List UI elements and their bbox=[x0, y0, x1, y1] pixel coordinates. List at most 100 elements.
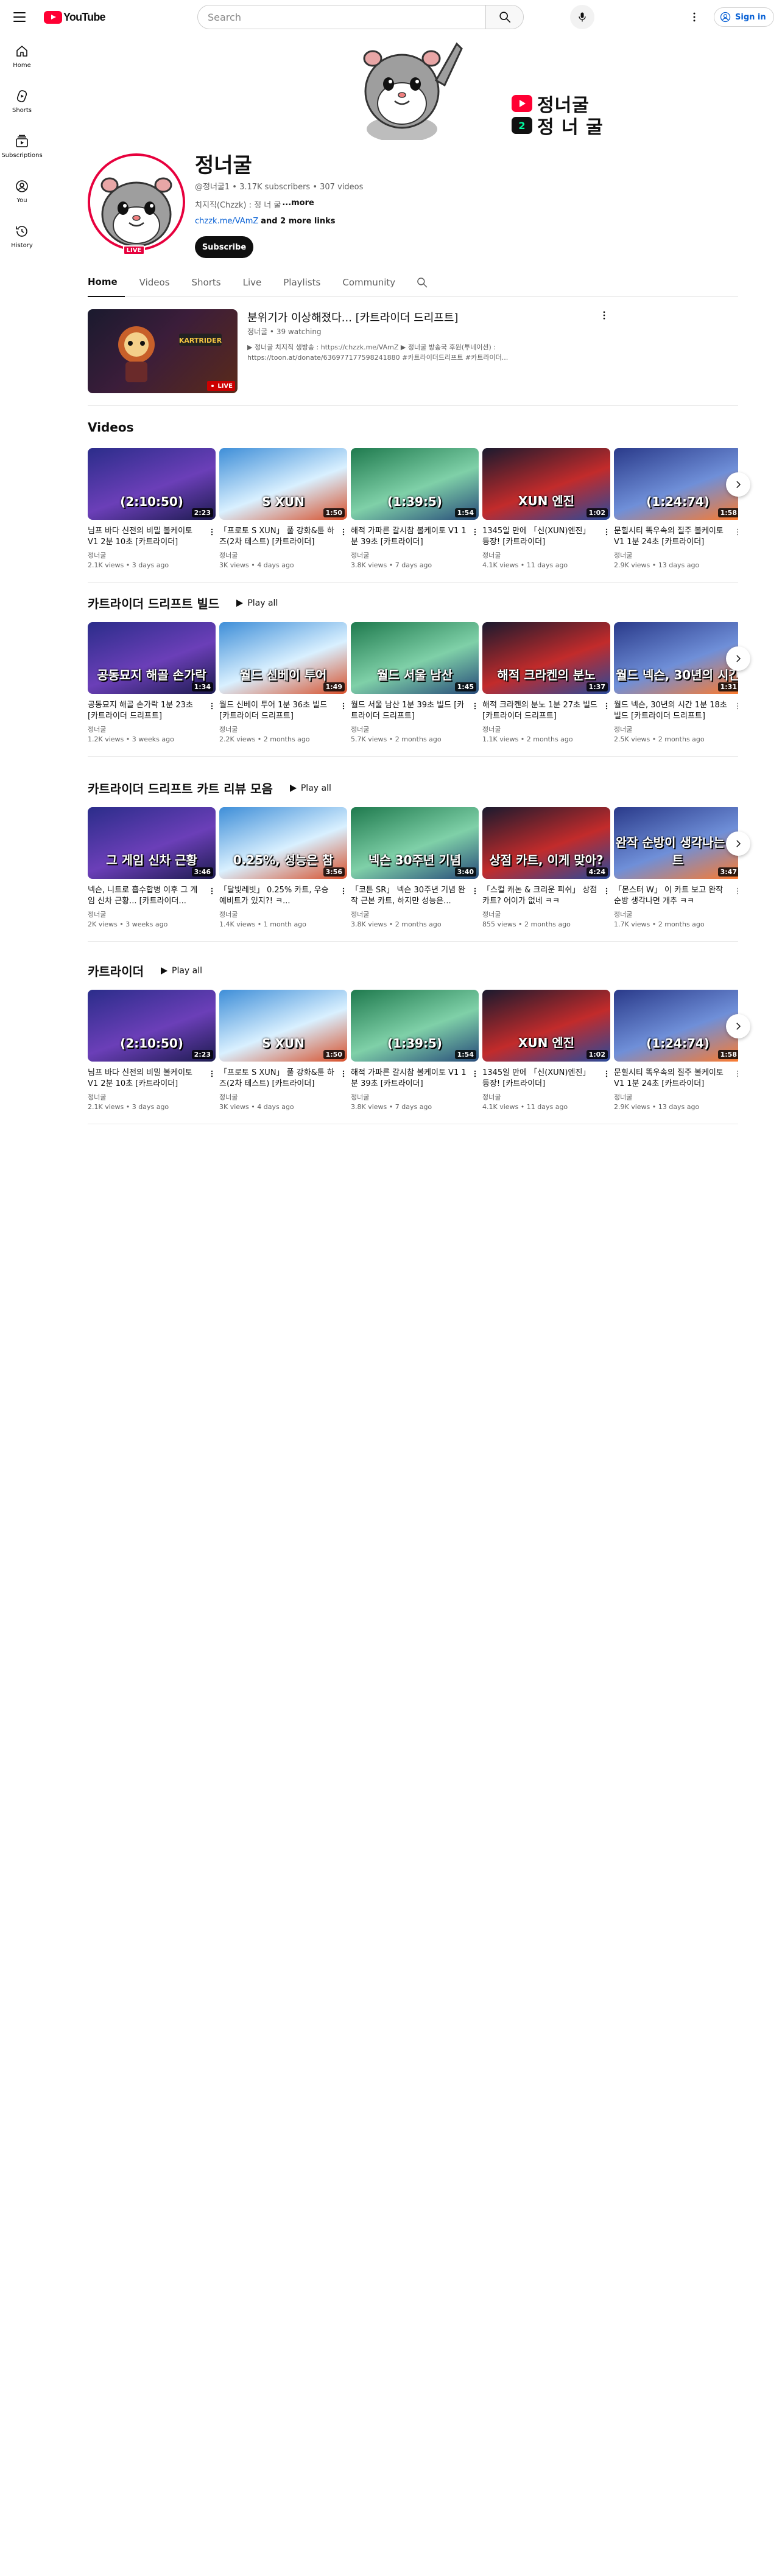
video-thumbnail[interactable]: 0.25%, 성능은 참 3:56 bbox=[219, 807, 347, 879]
video-title[interactable]: 님프 바다 신전의 비밀 볼케이토 V1 2분 10초 [카트라이더] bbox=[88, 1068, 203, 1090]
video-channel[interactable]: 정너굴 bbox=[482, 909, 610, 919]
video-card[interactable]: 넥슨 30주년 기념 3:40 「코튼 SR」 넥슨 30주년 기념 완작 근본 카… bbox=[351, 807, 479, 928]
video-channel[interactable]: 정너굴 bbox=[88, 724, 216, 734]
shelf-title[interactable]: 카트라이더 드리프트 카트 리뷰 모음 bbox=[88, 779, 273, 797]
video-action-menu[interactable] bbox=[206, 525, 218, 539]
video-title[interactable]: 1345일 만에 「신(XUN)엔진」 등장! [카트라이더] bbox=[482, 526, 598, 548]
video-thumbnail[interactable]: (1:39:5) 1:54 bbox=[351, 448, 479, 520]
video-thumbnail[interactable]: S XUN 1:50 bbox=[219, 990, 347, 1062]
video-title[interactable]: 「달빛레빗」 0.25% 카트, 우승 예비트가 있지?! ㅋ... bbox=[219, 885, 335, 907]
video-channel[interactable]: 정너굴 bbox=[614, 1092, 738, 1102]
video-title[interactable]: 해적 크라켄의 분노 1분 27초 빌드 [카트라이더 드리프트] bbox=[482, 700, 598, 722]
video-thumbnail[interactable]: 상점 카트, 이게 맞아? 4:24 bbox=[482, 807, 610, 879]
video-thumbnail[interactable]: (1:24:74) 1:58 bbox=[614, 990, 738, 1062]
play-all-button[interactable]: Play all bbox=[283, 780, 337, 797]
video-card[interactable]: XUN 엔진 1:02 1345일 만에 「신(XUN)엔진」 등장! [카트라이더… bbox=[482, 990, 610, 1111]
video-card[interactable]: (2:10:50) 2:23 님프 바다 신전의 비밀 볼케이토 V1 2분 10초… bbox=[88, 990, 216, 1111]
channel-description[interactable]: 치지직(Chzzk) : 정 너 굴 ...more bbox=[195, 198, 314, 210]
video-title[interactable]: 월드 넥슨, 30년의 시간 1분 18초 빌드 [카트라이더 드리프트] bbox=[614, 700, 730, 722]
tab-community[interactable]: Community bbox=[335, 268, 403, 297]
video-channel[interactable]: 정너굴 bbox=[88, 1092, 216, 1102]
video-title[interactable]: 문힐시티 똑우속의 질주 볼케이토 V1 1분 24초 [카트라이더] bbox=[614, 526, 730, 548]
video-card[interactable]: XUN 엔진 1:02 1345일 만에 「신(XUN)엔진」 등장! [카트라이더… bbox=[482, 448, 610, 569]
video-thumbnail[interactable]: 해적 크라켄의 분노 1:37 bbox=[482, 622, 610, 694]
video-thumbnail[interactable]: S XUN 1:50 bbox=[219, 448, 347, 520]
video-action-menu[interactable] bbox=[469, 525, 481, 539]
search-button[interactable] bbox=[485, 5, 523, 29]
video-card[interactable]: 월드 서울 남산 1:45 월드 서울 남산 1분 39초 빌드 [카트라이더 드리… bbox=[351, 622, 479, 743]
video-thumbnail[interactable]: 그 게임 신차 근황 3:46 bbox=[88, 807, 216, 879]
video-channel[interactable]: 정너굴 bbox=[614, 550, 738, 560]
video-thumbnail[interactable]: (2:10:50) 2:23 bbox=[88, 448, 216, 520]
video-channel[interactable]: 정너굴 bbox=[614, 724, 738, 734]
video-title[interactable]: 넥슨, 니트로 흡수합병 이후 그 게임 신차 근황... [카트라이더... bbox=[88, 885, 203, 907]
video-channel[interactable]: 정너굴 bbox=[482, 1092, 610, 1102]
video-channel[interactable]: 정너굴 bbox=[88, 909, 216, 919]
video-channel[interactable]: 정너굴 bbox=[351, 1092, 479, 1102]
video-title[interactable]: 해적 가파른 갈시참 볼케이토 V1 1분 39초 [카트라이더] bbox=[351, 526, 467, 548]
video-card[interactable]: S XUN 1:50 「프로토 S XUN」 풀 강화&튠 하즈(2차 테스트) [… bbox=[219, 990, 347, 1111]
tab-home[interactable]: Home bbox=[88, 268, 125, 297]
video-channel[interactable]: 정너굴 bbox=[219, 550, 347, 560]
video-thumbnail[interactable]: 완작 순방이 생각나는 카트 3:47 bbox=[614, 807, 738, 879]
video-card[interactable]: (1:39:5) 1:54 해적 가파른 갈시참 볼케이토 V1 1분 39초 [카… bbox=[351, 990, 479, 1111]
video-channel[interactable]: 정너굴 bbox=[88, 550, 216, 560]
shelf-title[interactable]: Videos bbox=[88, 420, 134, 435]
tab-live[interactable]: Live bbox=[236, 268, 269, 297]
video-card[interactable]: 상점 카트, 이게 맞아? 4:24 「스컬 캐논 & 크리운 피쉬」 상점 카트?… bbox=[482, 807, 610, 928]
video-thumbnail[interactable]: 월드 서울 남산 1:45 bbox=[351, 622, 479, 694]
shelf-next-button[interactable] bbox=[726, 1014, 750, 1038]
shelf-next-button[interactable] bbox=[726, 472, 750, 497]
video-card[interactable]: S XUN 1:50 「프로토 S XUN」 풀 강화&튠 하즈(2차 테스트) [… bbox=[219, 448, 347, 569]
play-all-button[interactable]: Play all bbox=[229, 595, 284, 612]
channel-link[interactable]: chzzk.me/VAmZ bbox=[195, 217, 258, 226]
video-action-menu[interactable] bbox=[206, 699, 218, 713]
search-input[interactable] bbox=[198, 5, 485, 29]
tab-playlists[interactable]: Playlists bbox=[276, 268, 328, 297]
video-title[interactable]: 월드 서울 남산 1분 39초 빌드 [카트라이더 드리프트] bbox=[351, 700, 467, 722]
video-card[interactable]: (2:10:50) 2:23 님프 바다 신전의 비밀 볼케이토 V1 2분 10초… bbox=[88, 448, 216, 569]
video-title[interactable]: 「프로토 S XUN」 풀 강화&튠 하즈(2차 테스트) [카트라이더] bbox=[219, 1068, 335, 1090]
video-channel[interactable]: 정너굴 bbox=[219, 1092, 347, 1102]
guide-item-subscriptions[interactable]: Subscriptions bbox=[0, 124, 44, 169]
video-thumbnail[interactable]: 월드 신베이 투어 1:49 bbox=[219, 622, 347, 694]
featured-video-title[interactable]: 분위기가 이상해졌다... [카트라이더 드리프트] bbox=[247, 309, 588, 325]
shelf-next-button[interactable] bbox=[726, 831, 750, 856]
video-action-menu[interactable] bbox=[206, 1066, 218, 1081]
video-title[interactable]: 문힐시티 똑우속의 질주 볼케이토 V1 1분 24초 [카트라이더] bbox=[614, 1068, 730, 1090]
voice-search-button[interactable] bbox=[570, 5, 594, 29]
video-action-menu[interactable] bbox=[469, 884, 481, 898]
video-title[interactable]: 「프로토 S XUN」 풀 강화&튠 하즈(2차 테스트) [카트라이더] bbox=[219, 526, 335, 548]
youtube-logo[interactable]: YouTube bbox=[44, 10, 106, 24]
video-thumbnail[interactable]: 넥슨 30주년 기념 3:40 bbox=[351, 807, 479, 879]
tab-shorts[interactable]: Shorts bbox=[185, 268, 228, 297]
video-thumbnail[interactable]: XUN 엔진 1:02 bbox=[482, 448, 610, 520]
description-more-link[interactable]: ...more bbox=[282, 198, 314, 210]
video-title[interactable]: 월드 신베이 투어 1분 36초 빌드 [카트라이더 드리프트] bbox=[219, 700, 335, 722]
video-action-menu[interactable] bbox=[732, 699, 738, 713]
video-action-menu[interactable] bbox=[337, 525, 350, 539]
video-action-menu[interactable] bbox=[732, 525, 738, 539]
channel-search-button[interactable] bbox=[410, 270, 434, 295]
video-title[interactable]: 「스컬 캐논 & 크리운 피쉬」 상점 카트? 어이가 없네 ㅋㅋ bbox=[482, 885, 598, 907]
video-channel[interactable]: 정너굴 bbox=[219, 724, 347, 734]
video-action-menu[interactable] bbox=[206, 884, 218, 898]
video-title[interactable]: 1345일 만에 「신(XUN)엔진」 등장! [카트라이더] bbox=[482, 1068, 598, 1090]
video-action-menu[interactable] bbox=[601, 525, 613, 539]
guide-item-shorts[interactable]: Shorts bbox=[0, 79, 44, 124]
video-action-menu[interactable] bbox=[337, 699, 350, 713]
video-action-menu[interactable] bbox=[337, 884, 350, 898]
video-title[interactable]: 해적 가파른 갈시참 볼케이토 V1 1분 39초 [카트라이더] bbox=[351, 1068, 467, 1090]
video-channel[interactable]: 정너굴 bbox=[482, 724, 610, 734]
video-card[interactable]: 해적 크라켄의 분노 1:37 해적 크라켄의 분노 1분 27초 빌드 [카트라이… bbox=[482, 622, 610, 743]
menu-icon[interactable] bbox=[12, 10, 27, 24]
video-channel[interactable]: 정너굴 bbox=[351, 550, 479, 560]
video-card[interactable]: 완작 순방이 생각나는 카트 3:47 「몬스터 W」 이 카트 보고 완작 순방 … bbox=[614, 807, 738, 928]
channel-avatar[interactable] bbox=[88, 153, 185, 251]
settings-more-button[interactable] bbox=[685, 7, 704, 27]
shelf-title[interactable]: 카트라이더 bbox=[88, 962, 144, 979]
video-thumbnail[interactable]: XUN 엔진 1:02 bbox=[482, 990, 610, 1062]
video-card[interactable]: 그 게임 신차 근황 3:46 넥슨, 니트로 흡수합병 이후 그 게임 신차 근황… bbox=[88, 807, 216, 928]
shelf-title[interactable]: 카트라이더 드리프트 빌드 bbox=[88, 594, 219, 612]
live-badge[interactable]: LIVE bbox=[123, 245, 145, 255]
